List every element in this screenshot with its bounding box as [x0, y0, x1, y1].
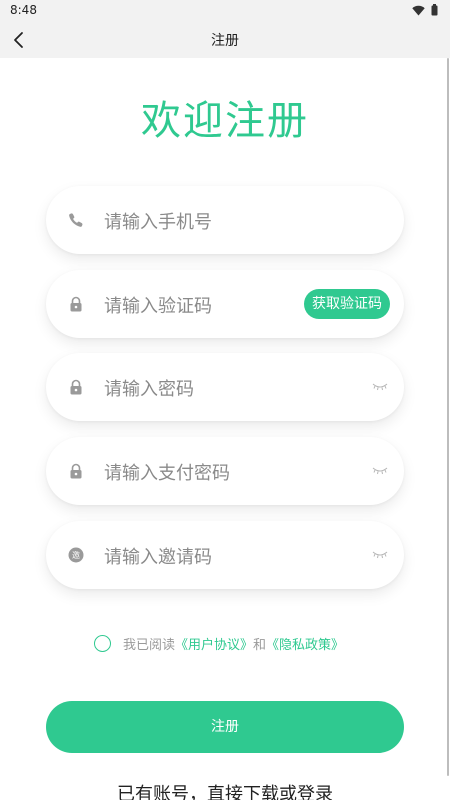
lock-icon: [70, 379, 82, 395]
privacy-policy-link[interactable]: 《隐私政策》: [266, 634, 344, 653]
user-agreement-link[interactable]: 《用户协议》: [175, 634, 253, 653]
phone-input[interactable]: 请输入手机号: [104, 208, 212, 234]
password-input[interactable]: 请输入密码: [104, 375, 194, 401]
register-page: 8:48 注册 欢迎注册 请输入手机号 请输入验证码 获取验证码 请输入密码 请…: [0, 0, 450, 800]
agreement-and: 和: [253, 638, 267, 653]
scrollbar[interactable]: [447, 58, 449, 776]
invite-code-input[interactable]: 请输入邀请码: [104, 543, 212, 569]
agreement-prefix: 我已阅读: [123, 638, 176, 653]
eye-closed-icon[interactable]: [372, 466, 388, 476]
register-button[interactable]: 注册: [46, 701, 404, 753]
login-link[interactable]: 已有账号，直接下载或登录: [0, 780, 450, 800]
battery-icon: [431, 4, 438, 16]
wifi-icon: [412, 5, 425, 15]
invite-icon: 邀: [68, 547, 84, 563]
agreement-checkbox[interactable]: [94, 635, 111, 652]
agreement-row: 我已阅读 《用户协议》 和 《隐私政策》: [94, 634, 344, 653]
verification-code-field[interactable]: 请输入验证码 获取验证码: [46, 270, 404, 338]
status-icons: [412, 4, 438, 16]
eye-closed-icon[interactable]: [372, 550, 388, 560]
phone-field[interactable]: 请输入手机号: [46, 186, 404, 254]
eye-closed-icon[interactable]: [372, 382, 388, 392]
invite-code-field[interactable]: 邀 请输入邀请码: [46, 521, 404, 589]
password-field[interactable]: 请输入密码: [46, 353, 404, 421]
invite-icon-text: 邀: [72, 550, 80, 560]
payment-password-input[interactable]: 请输入支付密码: [104, 459, 230, 485]
page-title: 注册: [211, 33, 239, 49]
welcome-heading: 欢迎注册: [141, 98, 309, 144]
payment-password-field[interactable]: 请输入支付密码: [46, 437, 404, 505]
lock-icon: [70, 296, 82, 312]
nav-bar: 注册: [0, 22, 450, 58]
verification-code-input[interactable]: 请输入验证码: [104, 292, 212, 318]
status-bar: 8:48: [0, 0, 450, 22]
status-time: 8:48: [10, 3, 37, 17]
get-code-button[interactable]: 获取验证码: [304, 289, 390, 319]
lock-icon: [70, 463, 82, 479]
phone-icon: [69, 213, 83, 227]
